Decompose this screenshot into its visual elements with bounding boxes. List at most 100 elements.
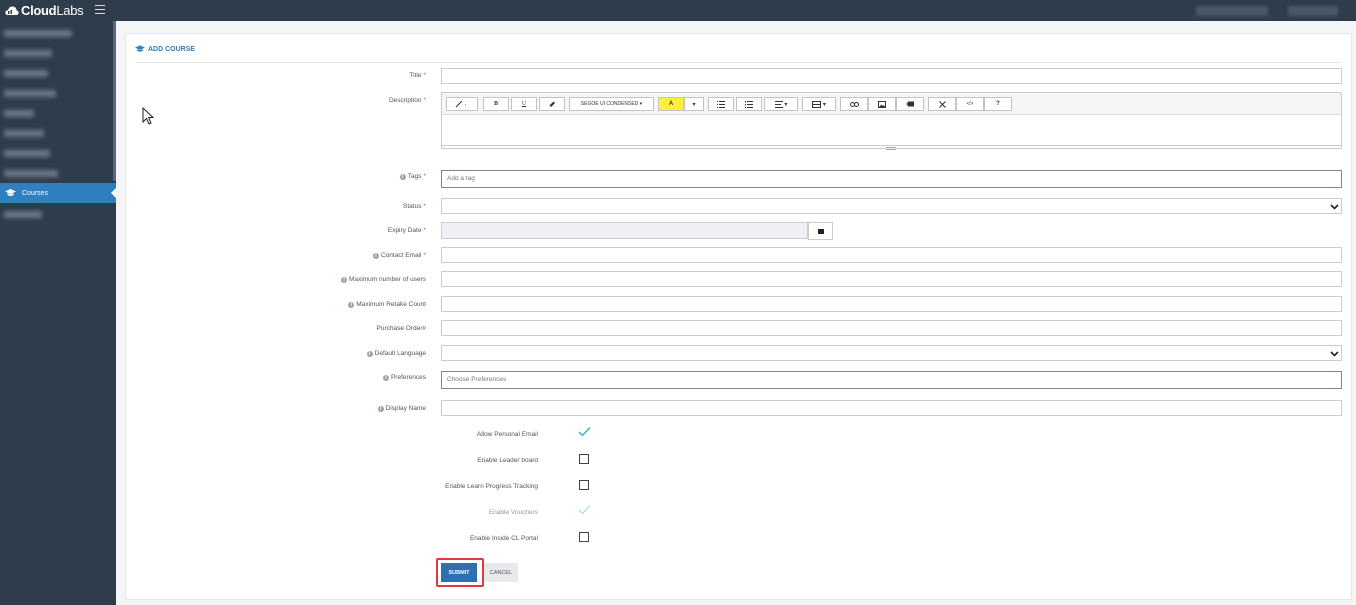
- help-button[interactable]: ?: [984, 97, 1012, 111]
- enable-learn-progress-label: Enable Learn Progress Tracking: [445, 483, 538, 490]
- info-icon: i: [377, 405, 384, 412]
- style-magic-button[interactable]: [446, 97, 478, 111]
- cloud-logo-icon: [5, 6, 19, 15]
- calendar-button[interactable]: [808, 222, 833, 240]
- top-bar: Cloud Labs: [0, 0, 1356, 21]
- enable-leader-board-label: Enable Leader board: [477, 457, 538, 464]
- enable-leader-board-checkbox[interactable]: [579, 454, 589, 464]
- editor-bottom-border: [442, 145, 1341, 146]
- ordered-list-button[interactable]: [736, 97, 762, 111]
- submit-button[interactable]: SUBMIT: [441, 563, 477, 582]
- sidebar-item[interactable]: [4, 211, 42, 218]
- info-icon: i: [399, 173, 406, 180]
- contact-email-input[interactable]: [441, 247, 1342, 263]
- sidebar-item-label: Courses: [22, 189, 49, 197]
- user-menu[interactable]: [1196, 6, 1268, 16]
- enable-inside-cl-portal-checkbox[interactable]: [579, 532, 589, 542]
- chevron-down-icon: [1330, 204, 1339, 210]
- insert-image-button[interactable]: [868, 97, 896, 111]
- expand-icon: [938, 100, 946, 108]
- title-label: Title *: [409, 72, 426, 79]
- video-icon: [905, 101, 914, 107]
- sidebar-item[interactable]: [4, 50, 52, 57]
- bold-button[interactable]: B: [483, 97, 509, 111]
- sidebar-item[interactable]: [4, 90, 56, 97]
- underline-button[interactable]: U: [511, 97, 537, 111]
- editor-toolbar: B U SEGOE UI CONDENSED ▾ A ▾ ▾ ▾ </> ?: [442, 93, 1341, 115]
- cancel-button[interactable]: CANCEL: [484, 563, 518, 582]
- sidebar-item[interactable]: [4, 70, 48, 77]
- info-icon: i: [366, 350, 373, 357]
- default-language-select[interactable]: [441, 345, 1342, 361]
- color-dropdown-button[interactable]: ▾: [684, 97, 704, 111]
- enable-inside-cl-portal-label: Enable Inside CL Portal: [469, 535, 538, 542]
- graduation-cap-icon: [5, 189, 16, 196]
- status-select[interactable]: [441, 198, 1342, 214]
- sidebar-item[interactable]: [4, 170, 58, 177]
- paragraph-align-dropdown[interactable]: ▾: [764, 97, 798, 111]
- sidebar-item[interactable]: [4, 150, 50, 157]
- highlight-color-button[interactable]: A: [658, 97, 684, 111]
- logout-link[interactable]: [1288, 6, 1338, 16]
- checkmark-icon[interactable]: [578, 426, 591, 437]
- fullscreen-button[interactable]: [928, 97, 956, 111]
- max-retake-input[interactable]: [441, 296, 1342, 312]
- sidebar-item-courses[interactable]: Courses: [0, 183, 116, 203]
- status-label: Status *: [403, 203, 426, 210]
- image-icon: [878, 100, 886, 108]
- description-editor[interactable]: B U SEGOE UI CONDENSED ▾ A ▾ ▾ ▾ </> ?: [441, 92, 1342, 150]
- display-name-label: i Display Name: [377, 405, 426, 412]
- purchase-order-input[interactable]: [441, 320, 1342, 336]
- preferences-input[interactable]: Choose Preferences: [441, 371, 1342, 389]
- tags-label: i Tags *: [399, 173, 426, 180]
- logo-text-bold: Cloud: [21, 3, 57, 18]
- eraser-icon: [549, 101, 555, 107]
- info-icon: i: [382, 374, 389, 381]
- table-dropdown[interactable]: ▾: [802, 97, 836, 111]
- sidebar-item[interactable]: [4, 130, 44, 137]
- insert-link-button[interactable]: [840, 97, 868, 111]
- enable-learn-progress-checkbox[interactable]: [579, 480, 589, 490]
- contact-email-label: i Contact Email *: [373, 252, 426, 259]
- page-title: ADD COURSE: [135, 44, 195, 54]
- logo-text-light: Labs: [56, 3, 84, 18]
- code-view-button[interactable]: </>: [956, 97, 984, 111]
- sidebar-item[interactable]: [4, 110, 34, 117]
- preferences-label: i Preferences: [382, 374, 426, 381]
- info-icon: i: [341, 276, 348, 283]
- display-name-input[interactable]: [441, 400, 1342, 416]
- description-label: Description *: [388, 97, 426, 104]
- divider: [135, 62, 1342, 63]
- unordered-list-button[interactable]: [708, 97, 734, 111]
- insert-video-button[interactable]: [896, 97, 924, 111]
- page-title-text: ADD COURSE: [148, 45, 196, 53]
- cloudlabs-logo[interactable]: Cloud Labs: [5, 3, 84, 18]
- menu-toggle-icon[interactable]: [95, 5, 105, 14]
- purchase-order-label: Purchase Order#: [376, 325, 427, 332]
- title-input[interactable]: [441, 68, 1342, 84]
- table-icon: [812, 100, 822, 108]
- tags-input[interactable]: Add a tag: [441, 170, 1342, 188]
- clear-format-button[interactable]: [539, 97, 565, 111]
- graduation-cap-icon: [135, 45, 145, 52]
- font-family-dropdown[interactable]: SEGOE UI CONDENSED ▾: [569, 97, 654, 111]
- max-retake-label: i Maximum Retake Count: [348, 301, 426, 308]
- expiry-date-label: Expiry Date *: [387, 227, 426, 234]
- mouse-cursor-icon: [142, 107, 154, 125]
- checkmark-icon[interactable]: [578, 504, 591, 515]
- allow-personal-email-label: Allow Personal Email: [476, 431, 538, 438]
- expiry-date-input[interactable]: [441, 222, 808, 239]
- bullet-list-icon: [717, 100, 725, 108]
- sidebar-item[interactable]: [4, 30, 72, 37]
- align-icon: [774, 100, 783, 108]
- info-icon: i: [373, 252, 379, 259]
- info-icon: i: [348, 301, 355, 308]
- max-users-input[interactable]: [441, 271, 1342, 287]
- max-users-label: i Maximum number of users: [341, 276, 426, 283]
- numbered-list-icon: [745, 100, 753, 108]
- sidebar: Courses: [0, 21, 116, 605]
- link-icon: [849, 101, 859, 107]
- editor-resize-handle[interactable]: [886, 147, 896, 150]
- magic-wand-icon: [455, 100, 466, 108]
- default-language-label: i Default Language: [366, 350, 426, 357]
